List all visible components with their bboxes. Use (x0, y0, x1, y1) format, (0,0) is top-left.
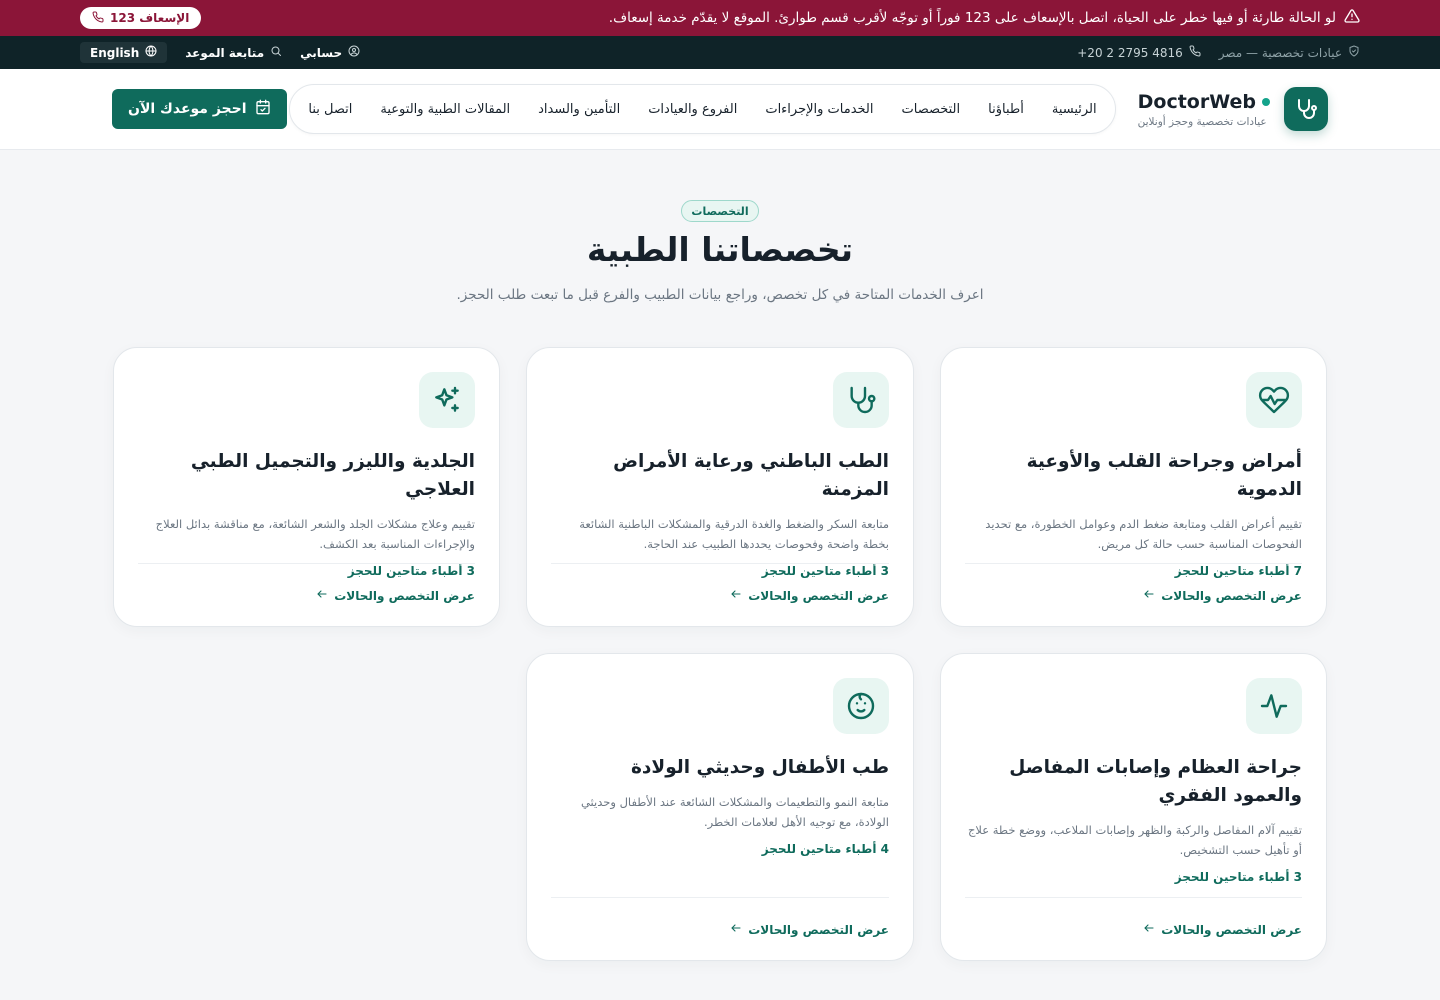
brand-name-text: DoctorWeb (1137, 90, 1256, 113)
card-description: تقييم أعراض القلب ومتابعة ضغط الدم وعوام… (985, 517, 1302, 551)
phone-number: +20 2 2795 4816 (1077, 45, 1183, 60)
link-label: عرض التخصص والحالات (334, 588, 475, 603)
doctors-count: 7 أطباء متاحين للحجز (1174, 564, 1302, 578)
nav-home[interactable]: الرئيسية (1052, 102, 1097, 117)
sparkles-icon (419, 372, 475, 428)
link-label: عرض التخصص والحالات (1161, 588, 1302, 603)
clinic-info: عيادات تخصصية — مصر (1219, 45, 1360, 60)
view-specialty-link[interactable]: عرض التخصص والحالات (730, 922, 889, 937)
card-divider (965, 563, 1302, 564)
emergency-call-button[interactable]: الإسعاف 123 (80, 7, 202, 29)
view-specialty-link[interactable]: عرض التخصص والحالات (316, 588, 475, 603)
nav-insurance[interactable]: التأمين والسداد (538, 102, 620, 117)
nav-articles[interactable]: المقالات الطبية والتوعية (380, 102, 510, 117)
arrow-left-icon (730, 588, 742, 603)
utility-bar: عيادات تخصصية — مصر +20 2 2795 4816 حساب… (0, 36, 1440, 69)
card-title: أمراض وجراحة القلب والأوعية الدموية (1026, 451, 1302, 500)
brand-name: DoctorWeb (1138, 91, 1270, 113)
emergency-bar: لو الحالة طارئة أو فيها خطر على الحياة، … (0, 0, 1440, 36)
book-appointment-button[interactable]: احجز موعدك الآن (112, 89, 287, 129)
card-description: متابعة السكر والضغط والغدة الدرقية والمش… (579, 517, 889, 551)
doctors-count: 3 أطباء متاحين للحجز (761, 564, 889, 578)
specialty-card-pediatrics[interactable]: طب الأطفال وحديثي الولادة متابعة النمو و… (526, 653, 914, 961)
emergency-message: لو الحالة طارئة أو فيها خطر على الحياة، … (609, 8, 1360, 28)
main-nav: الرئيسية أطباؤنا التخصصات الخدمات والإجر… (289, 84, 1116, 134)
stethoscope-logo-icon (1284, 87, 1328, 131)
nav-branches[interactable]: الفروع والعيادات (648, 102, 737, 117)
activity-icon (1246, 678, 1302, 734)
view-specialty-link[interactable]: عرض التخصص والحالات (730, 588, 889, 603)
card-divider (551, 563, 889, 564)
doctors-count: 3 أطباء متاحين للحجز (1174, 870, 1302, 884)
card-description: متابعة النمو والتطعيمات والمشكلات الشائع… (580, 795, 889, 829)
specialty-card-dermatology[interactable]: الجلدية والليزر والتجميل الطبي العلاجي ت… (113, 347, 500, 627)
phone-link[interactable]: +20 2 2795 4816 (1077, 45, 1201, 60)
track-label: متابعة الموعد (185, 45, 265, 60)
stethoscope-icon (833, 372, 889, 428)
contact-info: عيادات تخصصية — مصر +20 2 2795 4816 (1077, 45, 1360, 60)
language-switch[interactable]: English (80, 42, 168, 63)
language-label: English (90, 45, 140, 60)
phone-call-icon (92, 10, 104, 26)
section-title: تخصصاتنا الطبية (586, 230, 854, 269)
link-label: عرض التخصص والحالات (748, 588, 889, 603)
arrow-left-icon (730, 922, 742, 937)
account-label: حسابي (300, 45, 343, 60)
arrow-left-icon (1143, 588, 1155, 603)
specialty-card-internal-medicine[interactable]: الطب الباطني ورعاية الأمراض المزمنة متاب… (526, 347, 914, 627)
globe-icon (145, 45, 157, 60)
link-label: عرض التخصص والحالات (1161, 922, 1302, 937)
card-description: تقييم آلام المفاصل والركبة والظهر وإصابا… (967, 823, 1302, 857)
shield-check-icon (1348, 45, 1360, 60)
book-label: احجز موعدك الآن (128, 101, 247, 117)
brand[interactable]: DoctorWeb عيادات تخصصية وحجز أونلاين (1138, 87, 1328, 131)
card-title: طب الأطفال وحديثي الولادة (631, 757, 889, 778)
arrow-left-icon (1143, 922, 1155, 937)
nav-doctors[interactable]: أطباؤنا (988, 102, 1024, 117)
user-circle-icon (348, 45, 360, 60)
card-title: الطب الباطني ورعاية الأمراض المزمنة (613, 451, 889, 500)
phone-icon (1189, 45, 1201, 60)
clinic-label: عيادات تخصصية — مصر (1218, 45, 1342, 60)
heart-pulse-icon (1246, 372, 1302, 428)
specialty-card-cardiology[interactable]: أمراض وجراحة القلب والأوعية الدموية تقيي… (940, 347, 1327, 627)
brand-dot-icon (1262, 97, 1270, 106)
calendar-check-icon (255, 99, 271, 119)
card-title: جراحة العظام وإصابات المفاصل والعمود الف… (1009, 757, 1302, 806)
card-divider (551, 897, 889, 898)
warning-icon (1344, 8, 1360, 28)
arrow-left-icon (316, 588, 328, 603)
card-divider (138, 563, 475, 564)
view-specialty-link[interactable]: عرض التخصص والحالات (1143, 588, 1302, 603)
section-subtitle: اعرف الخدمات المتاحة في كل تخصص، وراجع ب… (456, 287, 984, 303)
account-links: حسابي متابعة الموعد English (80, 42, 360, 63)
card-title: الجلدية والليزر والتجميل الطبي العلاجي (190, 451, 475, 500)
emergency-label: الإسعاف 123 (110, 11, 190, 25)
site-header: DoctorWeb عيادات تخصصية وحجز أونلاين الر… (0, 69, 1440, 150)
account-link[interactable]: حسابي (300, 45, 360, 60)
brand-tagline: عيادات تخصصية وحجز أونلاين (1137, 115, 1267, 128)
link-label: عرض التخصص والحالات (748, 922, 889, 937)
baby-icon (833, 678, 889, 734)
doctors-count: 4 أطباء متاحين للحجز (761, 842, 889, 856)
card-divider (965, 897, 1302, 898)
specialty-card-orthopedics[interactable]: جراحة العظام وإصابات المفاصل والعمود الف… (940, 653, 1327, 961)
track-appointment-link[interactable]: متابعة الموعد (185, 45, 282, 60)
emergency-text: لو الحالة طارئة أو فيها خطر على الحياة، … (608, 10, 1336, 26)
view-specialty-link[interactable]: عرض التخصص والحالات (1143, 922, 1302, 937)
nav-services[interactable]: الخدمات والإجراءات (765, 102, 873, 117)
nav-specialties[interactable]: التخصصات (902, 102, 961, 117)
doctors-count: 3 أطباء متاحين للحجز (347, 564, 475, 578)
search-icon (270, 45, 282, 60)
nav-contact[interactable]: اتصل بنا (308, 102, 352, 117)
card-description: تقييم وعلاج مشكلات الجلد والشعر الشائعة،… (155, 517, 475, 551)
section-tag: التخصصات (681, 200, 759, 222)
